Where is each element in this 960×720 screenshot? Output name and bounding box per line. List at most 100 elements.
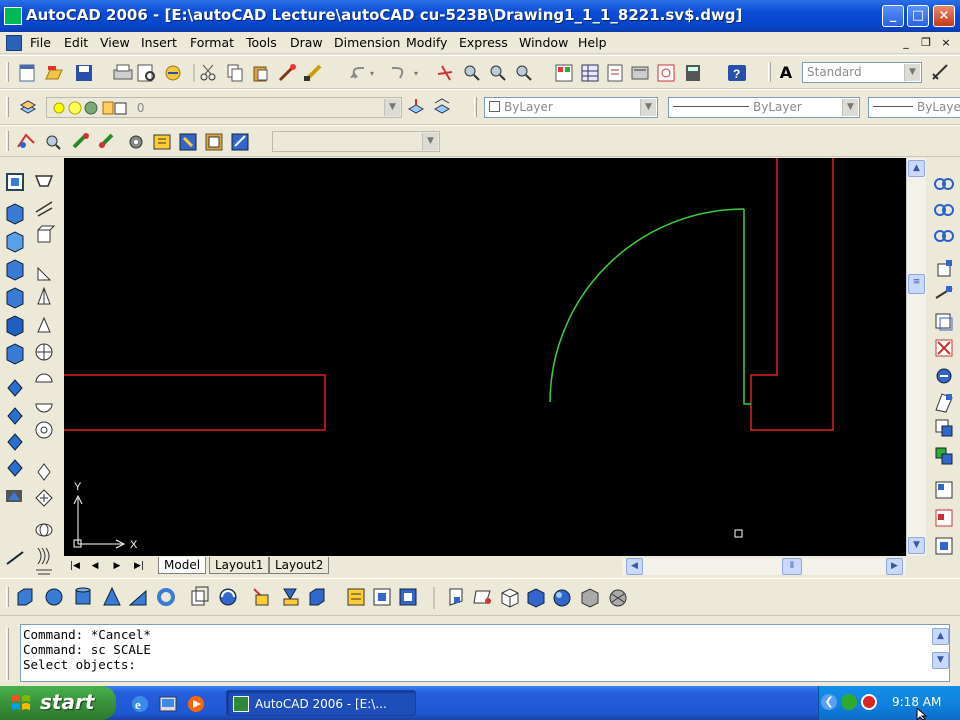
union-icon[interactable] [934, 178, 954, 190]
render-icon[interactable] [46, 135, 61, 150]
torus-solid-icon[interactable] [157, 588, 175, 606]
3d-box-wireframe-icon[interactable] [501, 588, 519, 608]
slice-solid-icon[interactable] [253, 588, 269, 606]
toolbar-grip[interactable] [768, 62, 771, 82]
fog-icon[interactable] [231, 133, 249, 151]
copy-edges-icon[interactable] [935, 481, 953, 499]
torus-icon[interactable] [7, 407, 23, 425]
delete-faces-icon[interactable] [935, 339, 953, 357]
dimension-style-icon[interactable] [930, 62, 950, 82]
plot-icon[interactable] [113, 64, 133, 80]
taper-faces-icon[interactable] [935, 393, 953, 413]
3d-box-gray-icon[interactable] [581, 588, 599, 608]
command-window[interactable]: Command: *Cancel* Command: sc SCALE Select… [20, 624, 950, 682]
3d-face-icon[interactable] [449, 588, 463, 606]
cone-surface-icon[interactable] [37, 316, 51, 333]
pan-realtime-icon[interactable] [437, 65, 453, 81]
subtract-icon[interactable] [934, 204, 954, 216]
command-scroll-down-button[interactable]: ▼ [932, 652, 949, 669]
tab-layout2[interactable]: Layout2 [269, 557, 330, 574]
menu-edit[interactable]: Edit [64, 35, 88, 50]
menu-draw[interactable]: Draw [290, 35, 323, 50]
region-icon[interactable] [6, 173, 24, 191]
hide-icon[interactable] [17, 133, 35, 148]
scroll-left-button[interactable]: ◀ [626, 558, 643, 575]
text-style-icon[interactable]: A [776, 62, 796, 82]
lineweight-dropdown[interactable]: ByLaye [868, 97, 960, 118]
drawing-canvas[interactable]: Y X [64, 158, 906, 556]
menu-view[interactable]: View [100, 35, 130, 50]
maximize-button[interactable]: □ [907, 5, 929, 27]
ruled-surface-icon[interactable] [36, 569, 52, 575]
slice-icon[interactable] [6, 490, 22, 502]
scroll-right-button[interactable]: ▶ [886, 558, 903, 575]
quickcalc-icon[interactable] [686, 65, 700, 81]
revolved-surface-icon[interactable] [35, 523, 53, 537]
layer-manager-icon[interactable] [18, 97, 38, 117]
revolve-icon[interactable] [6, 231, 24, 253]
tab-model[interactable]: Model [158, 557, 207, 574]
new-icon[interactable] [19, 64, 35, 82]
scenes-icon[interactable] [72, 133, 89, 149]
zoom-realtime-icon[interactable] [464, 65, 480, 81]
open-icon[interactable] [45, 66, 63, 80]
horizontal-scrollbar[interactable]: ◀ ⦀ ▶ [622, 558, 906, 575]
setup-view-solid-icon[interactable] [373, 588, 391, 606]
color-dropdown[interactable]: ByLayer ▼ [484, 97, 658, 118]
cut-icon[interactable] [200, 64, 216, 81]
menu-modify[interactable]: Modify [406, 35, 447, 50]
copy-faces-icon[interactable] [935, 419, 953, 437]
color-edges-icon[interactable] [935, 509, 953, 527]
chevron-down-icon[interactable]: ▼ [640, 99, 656, 116]
dome-icon[interactable] [35, 373, 53, 383]
document-icon[interactable] [6, 35, 22, 51]
menu-file[interactable]: File [30, 35, 51, 50]
move-faces-icon[interactable] [935, 286, 953, 299]
cylinder-icon[interactable] [7, 379, 23, 397]
toolbar-grip[interactable] [474, 97, 477, 117]
text-style-dropdown[interactable]: Standard ▼ [802, 62, 922, 83]
mapping-icon[interactable] [179, 133, 197, 151]
extrude-solid-icon[interactable] [191, 586, 209, 606]
internet-explorer-icon[interactable]: e [132, 696, 148, 712]
recording-icon[interactable] [861, 694, 877, 710]
wedge-surface-icon[interactable] [37, 463, 51, 481]
line-icon[interactable] [6, 551, 24, 565]
help-icon[interactable]: ? [728, 65, 746, 81]
mdi-close-button[interactable]: × [938, 36, 954, 50]
cone-icon[interactable] [6, 315, 24, 337]
close-button[interactable]: × [933, 5, 955, 27]
cone-solid-icon[interactable] [103, 586, 121, 606]
zoom-previous-icon[interactable] [516, 65, 532, 81]
color-faces-icon[interactable] [935, 447, 953, 465]
named-views-dropdown[interactable]: ▼ [272, 131, 440, 152]
toolbar-grip[interactable] [6, 628, 9, 680]
3d-box-shaded-icon[interactable] [527, 588, 545, 608]
offset-faces-icon[interactable] [935, 313, 953, 331]
command-scroll-up-button[interactable]: ▲ [932, 628, 949, 645]
menu-express[interactable]: Express [459, 35, 508, 50]
interfere-icon[interactable] [7, 433, 23, 451]
pyramid-icon[interactable] [37, 286, 51, 305]
setup-profile-icon[interactable] [37, 225, 56, 243]
menu-insert[interactable]: Insert [141, 35, 177, 50]
network-icon[interactable] [841, 694, 857, 710]
layer-previous-icon[interactable] [432, 97, 452, 117]
undo-icon[interactable] [350, 67, 364, 79]
section-solid-icon[interactable] [283, 588, 299, 606]
materials-library-icon[interactable] [153, 134, 171, 150]
cylinder-solid-icon[interactable] [75, 587, 91, 605]
markup-set-manager-icon[interactable] [657, 64, 675, 82]
toolbar-grip[interactable] [6, 62, 9, 82]
rotate-faces-icon[interactable] [936, 368, 952, 384]
tabulated-surface-icon[interactable] [37, 547, 50, 565]
3d-mesh-icon[interactable] [35, 489, 53, 507]
sphere-solid-icon[interactable] [45, 588, 63, 606]
next-tab-button[interactable]: ▶ [108, 558, 126, 574]
first-tab-button[interactable]: |◀ [66, 558, 84, 574]
start-button[interactable]: start [0, 686, 116, 720]
last-tab-button[interactable]: ▶| [130, 558, 148, 574]
menu-tools[interactable]: Tools [246, 35, 277, 50]
section-icon[interactable] [7, 459, 23, 477]
vertical-scroll-thumb[interactable]: ≡ [908, 274, 925, 294]
